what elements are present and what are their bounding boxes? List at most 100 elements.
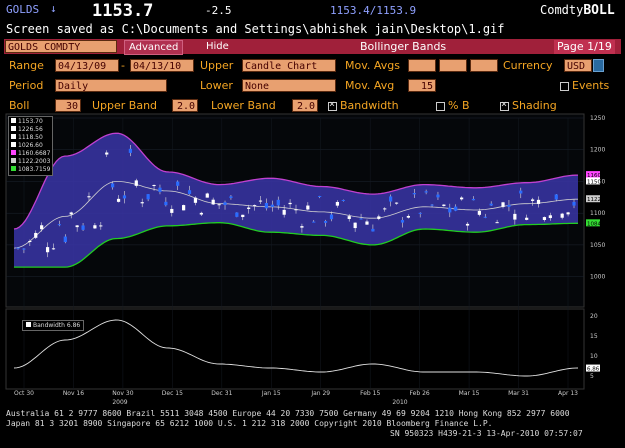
page-indicator[interactable]: Page 1/19 bbox=[554, 40, 615, 54]
candle-body bbox=[140, 202, 144, 204]
candle-body bbox=[134, 180, 138, 186]
bandwidth-checkbox[interactable] bbox=[328, 99, 337, 111]
candle-body bbox=[436, 194, 440, 198]
candle-body bbox=[554, 194, 558, 200]
pct-b-label: % B bbox=[448, 99, 470, 112]
price-chart[interactable]: 1250120011501100105010001160115011221084… bbox=[0, 112, 625, 412]
candle-body bbox=[489, 203, 493, 206]
candle-body bbox=[34, 232, 38, 238]
candle-body bbox=[525, 217, 529, 220]
candle-body bbox=[211, 199, 215, 205]
bandwidth-marker-label: 6.86 bbox=[587, 367, 600, 373]
upper-label: Upper bbox=[200, 59, 234, 72]
range-from-field[interactable]: 04/13/09 bbox=[55, 59, 119, 72]
candle-body bbox=[158, 187, 162, 192]
period-label: Period bbox=[9, 79, 44, 92]
candle-body bbox=[63, 236, 67, 243]
advanced-button[interactable]: Advanced bbox=[124, 40, 184, 55]
legend-swatch bbox=[11, 134, 16, 139]
candle-body bbox=[247, 207, 251, 209]
function-code: BOLL bbox=[583, 3, 615, 18]
candle-body bbox=[99, 225, 103, 227]
candle-body bbox=[22, 248, 26, 250]
date-tick-label: Apr 13 bbox=[558, 390, 578, 397]
candle-body bbox=[406, 215, 410, 218]
hide-button[interactable]: Hide bbox=[200, 40, 235, 53]
candle-body bbox=[536, 199, 541, 204]
function-prefix: Comdty bbox=[540, 3, 584, 17]
candle-body bbox=[471, 198, 476, 201]
legend-label: 1083.7159 bbox=[18, 166, 51, 173]
candle-body bbox=[442, 204, 446, 206]
bid-ask: 1153.4/1153.9 bbox=[330, 4, 417, 17]
candle-body bbox=[323, 221, 328, 223]
year-tick-label: 2010 bbox=[392, 399, 407, 406]
legend-item: 1153.70 bbox=[11, 118, 50, 126]
upper-chart-field[interactable]: Candle Chart bbox=[242, 59, 336, 72]
candle-body bbox=[418, 212, 422, 214]
candle-body bbox=[122, 195, 127, 199]
legend-swatch bbox=[11, 126, 16, 131]
candle-body bbox=[51, 248, 56, 250]
legend: 1153.70 1226.56 1118.50 1026.60 1160.6687 112… bbox=[8, 116, 54, 176]
candle-body bbox=[495, 222, 499, 224]
last-price: 1153.7 bbox=[92, 1, 154, 21]
candle-body bbox=[329, 214, 334, 220]
range-to-field[interactable]: 04/13/10 bbox=[130, 59, 194, 72]
candle-body bbox=[448, 207, 452, 213]
currency-field[interactable]: USD bbox=[564, 59, 592, 72]
status-message: Screen saved as C:\Documents and Setting… bbox=[6, 22, 505, 36]
candle-body bbox=[477, 210, 481, 215]
date-tick-label: Jan 29 bbox=[310, 390, 330, 397]
legend-swatch bbox=[11, 158, 16, 163]
mov-avgs-field-2[interactable] bbox=[439, 59, 467, 72]
candle-body bbox=[164, 201, 168, 206]
date-tick-label: Dec 31 bbox=[211, 390, 232, 397]
mov-avgs-field-3[interactable] bbox=[470, 59, 498, 72]
date-tick-label: Dec 15 bbox=[162, 390, 183, 397]
bandwidth-tick-label: 15 bbox=[590, 333, 598, 340]
legend-label: 1160.6687 bbox=[18, 150, 51, 157]
boll-period-field[interactable]: 30 bbox=[55, 99, 81, 112]
range-label: Range bbox=[9, 59, 44, 72]
upper-band-field[interactable]: 2.0 bbox=[172, 99, 198, 112]
period-field[interactable]: Daily bbox=[55, 79, 167, 92]
candle-body bbox=[57, 224, 62, 226]
candle-body bbox=[270, 204, 274, 207]
candle-body bbox=[483, 216, 487, 218]
price-marker-label: 1150 bbox=[587, 179, 601, 185]
candle-body bbox=[412, 192, 416, 195]
legend-label: 1122.2003 bbox=[18, 158, 51, 165]
date-tick-label: Oct 30 bbox=[14, 390, 34, 397]
pct-b-checkbox[interactable] bbox=[436, 102, 445, 111]
events-checkbox[interactable] bbox=[560, 82, 569, 91]
candle-body bbox=[465, 223, 470, 226]
candle-body bbox=[241, 214, 245, 218]
candle-body bbox=[312, 221, 316, 223]
mov-avgs-field-1[interactable] bbox=[408, 59, 436, 72]
candle-body bbox=[365, 221, 369, 225]
price-tick-label: 1100 bbox=[590, 210, 605, 217]
legend-label: 1153.70 bbox=[18, 118, 43, 125]
legend-label: 1226.56 bbox=[18, 126, 43, 133]
candle-body bbox=[193, 197, 198, 203]
candle-body bbox=[341, 199, 345, 201]
currency-dropdown-button[interactable] bbox=[593, 59, 604, 72]
mov-avg-field[interactable]: 15 bbox=[408, 79, 436, 92]
candle-body bbox=[105, 152, 109, 155]
lower-band-field[interactable]: 2.0 bbox=[292, 99, 318, 112]
events-label: Events bbox=[572, 79, 610, 92]
candle-body bbox=[400, 220, 405, 223]
lower-chart-field[interactable]: None bbox=[242, 79, 336, 92]
price-tick-label: 1050 bbox=[590, 242, 605, 249]
candle-body bbox=[187, 190, 192, 194]
security-field[interactable]: GOLDS COMDTY bbox=[5, 40, 117, 53]
candle-body bbox=[87, 196, 91, 198]
study-title: Bollinger Bands bbox=[360, 40, 447, 53]
date-tick-label: Mar 31 bbox=[508, 390, 529, 397]
bandwidth-legend-label: Bandwidth 6.86 bbox=[33, 322, 81, 329]
shading-checkbox[interactable] bbox=[500, 99, 509, 111]
footer-line-1: Australia 61 2 9777 8600 Brazil 5511 304… bbox=[6, 409, 570, 418]
candle-body bbox=[359, 218, 363, 220]
date-tick-label: Feb 26 bbox=[410, 390, 430, 397]
